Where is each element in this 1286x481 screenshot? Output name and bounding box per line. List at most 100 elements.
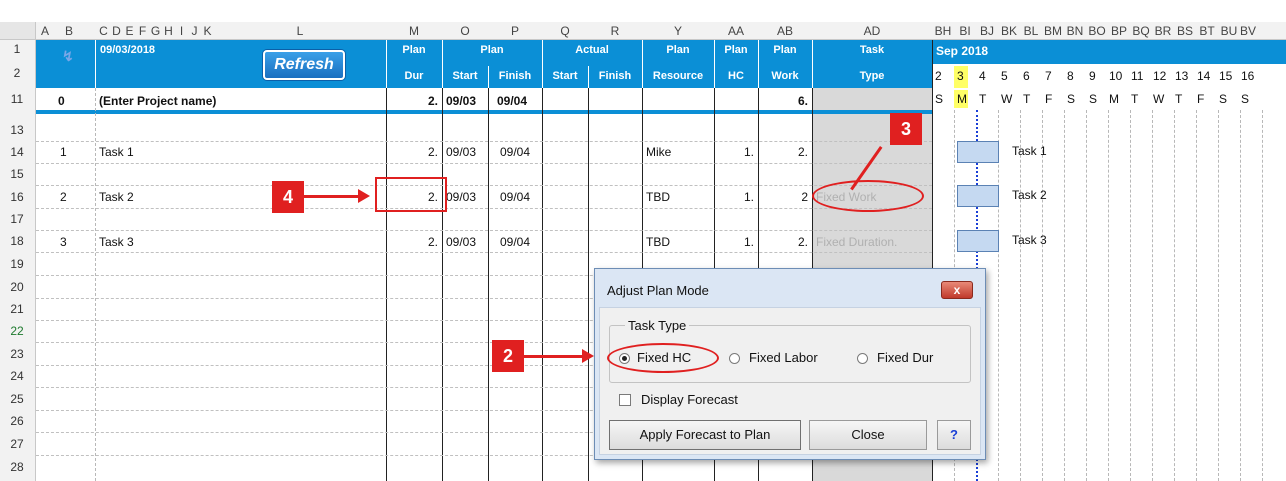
row-20[interactable]: 20 — [0, 278, 34, 296]
task-resource[interactable]: TBD — [646, 189, 670, 205]
col-BP[interactable]: BP — [1108, 22, 1130, 40]
col-B[interactable]: B — [60, 22, 78, 40]
task-resource[interactable]: Mike — [646, 144, 671, 160]
option-fixed-labor[interactable]: Fixed Labor — [725, 348, 845, 368]
col-BV[interactable]: BV — [1240, 22, 1286, 40]
task-type[interactable]: Fixed Duration. — [816, 234, 897, 250]
summary-name[interactable]: (Enter Project name) — [99, 93, 216, 109]
col-BJ[interactable]: BJ — [976, 22, 998, 40]
row-23[interactable]: 23 — [0, 345, 34, 363]
row-21[interactable]: 21 — [0, 300, 34, 318]
col-BU[interactable]: BU — [1218, 22, 1240, 40]
col-J[interactable]: J — [188, 22, 201, 40]
row-2[interactable]: 2 — [0, 64, 34, 82]
row-26[interactable]: 26 — [0, 412, 34, 430]
col-O[interactable]: O — [442, 22, 488, 40]
task-finish[interactable]: 09/04 — [500, 234, 530, 250]
task-id[interactable]: 3 — [60, 234, 67, 250]
task-id[interactable]: 2 — [60, 189, 67, 205]
task-work[interactable]: 2. — [758, 234, 808, 250]
task-resource[interactable]: TBD — [646, 234, 670, 250]
col-R[interactable]: R — [588, 22, 642, 40]
col-AB[interactable]: AB — [758, 22, 812, 40]
task-work[interactable]: 2 — [758, 189, 808, 205]
row-18[interactable]: 18 — [0, 232, 34, 250]
col-H[interactable]: H — [162, 22, 175, 40]
task-name[interactable]: Task 2 — [99, 189, 134, 205]
summary-id[interactable]: 0 — [58, 93, 65, 109]
display-forecast-option[interactable]: Display Forecast — [619, 391, 819, 409]
gantt-bar[interactable] — [957, 141, 999, 163]
col-BI[interactable]: BI — [954, 22, 976, 40]
row-16[interactable]: 16 — [0, 188, 34, 206]
row-13[interactable]: 13 — [0, 121, 34, 139]
col-Q[interactable]: Q — [542, 22, 588, 40]
col-F[interactable]: F — [136, 22, 149, 40]
col-G[interactable]: G — [149, 22, 162, 40]
col-AD[interactable]: AD — [812, 22, 932, 40]
col-BN[interactable]: BN — [1064, 22, 1086, 40]
task-start[interactable]: 09/03 — [446, 189, 476, 205]
col-AA[interactable]: AA — [714, 22, 758, 40]
task-finish[interactable]: 09/04 — [500, 144, 530, 160]
row-27[interactable]: 27 — [0, 435, 34, 453]
refresh-button[interactable]: Refresh — [263, 50, 345, 80]
col-E[interactable]: E — [123, 22, 136, 40]
col-BQ[interactable]: BQ — [1130, 22, 1152, 40]
col-P[interactable]: P — [488, 22, 542, 40]
col-L[interactable]: L — [214, 22, 386, 40]
summary-dur[interactable]: 2. — [386, 93, 438, 109]
help-button[interactable]: ? — [937, 420, 971, 450]
row-15[interactable]: 15 — [0, 165, 34, 183]
col-BR[interactable]: BR — [1152, 22, 1174, 40]
col-K[interactable]: K — [201, 22, 214, 40]
dialog-close-button[interactable]: x — [941, 281, 973, 299]
task-dur[interactable]: 2. — [386, 234, 438, 250]
task-name[interactable]: Task 1 — [99, 144, 134, 160]
select-all-corner[interactable] — [0, 22, 36, 40]
task-name[interactable]: Task 3 — [99, 234, 134, 250]
task-dur[interactable]: 2. — [386, 144, 438, 160]
task-hc[interactable]: 1. — [714, 144, 754, 160]
summary-start[interactable]: 09/03 — [446, 93, 476, 109]
col-Y[interactable]: Y — [642, 22, 714, 40]
fixed-dur-radio[interactable] — [857, 353, 868, 364]
col-A[interactable]: A — [38, 22, 52, 40]
row-28[interactable]: 28 — [0, 458, 34, 476]
col-BH[interactable]: BH — [932, 22, 954, 40]
task-hc[interactable]: 1. — [714, 189, 754, 205]
close-button[interactable]: Close — [809, 420, 927, 450]
row-1[interactable]: 1 — [0, 40, 34, 58]
row-11[interactable]: 11 — [0, 90, 34, 108]
display-forecast-checkbox[interactable] — [619, 394, 631, 406]
col-BL[interactable]: BL — [1020, 22, 1042, 40]
task-id[interactable]: 1 — [60, 144, 67, 160]
gantt-bar[interactable] — [957, 230, 999, 252]
row-22[interactable]: 22 — [0, 322, 34, 340]
task-work[interactable]: 2. — [758, 144, 808, 160]
col-BS[interactable]: BS — [1174, 22, 1196, 40]
row-24[interactable]: 24 — [0, 367, 34, 385]
task-start[interactable]: 09/03 — [446, 234, 476, 250]
gantt-bar[interactable] — [957, 185, 999, 207]
row-25[interactable]: 25 — [0, 390, 34, 408]
col-BT[interactable]: BT — [1196, 22, 1218, 40]
task-start[interactable]: 09/03 — [446, 144, 476, 160]
option-fixed-dur[interactable]: Fixed Dur — [853, 348, 963, 368]
col-BK[interactable]: BK — [998, 22, 1020, 40]
col-C[interactable]: C — [97, 22, 110, 40]
task-finish[interactable]: 09/04 — [500, 189, 530, 205]
row-19[interactable]: 19 — [0, 255, 34, 273]
summary-work[interactable]: 6. — [758, 93, 808, 109]
row-14[interactable]: 14 — [0, 143, 34, 161]
summary-finish[interactable]: 09/04 — [497, 93, 527, 109]
col-D[interactable]: D — [110, 22, 123, 40]
row-17[interactable]: 17 — [0, 210, 34, 228]
task-hc[interactable]: 1. — [714, 234, 754, 250]
col-BM[interactable]: BM — [1042, 22, 1064, 40]
col-M[interactable]: M — [386, 22, 442, 40]
apply-forecast-button[interactable]: Apply Forecast to Plan — [609, 420, 801, 450]
col-BO[interactable]: BO — [1086, 22, 1108, 40]
fixed-labor-radio[interactable] — [729, 353, 740, 364]
col-I[interactable]: I — [175, 22, 188, 40]
